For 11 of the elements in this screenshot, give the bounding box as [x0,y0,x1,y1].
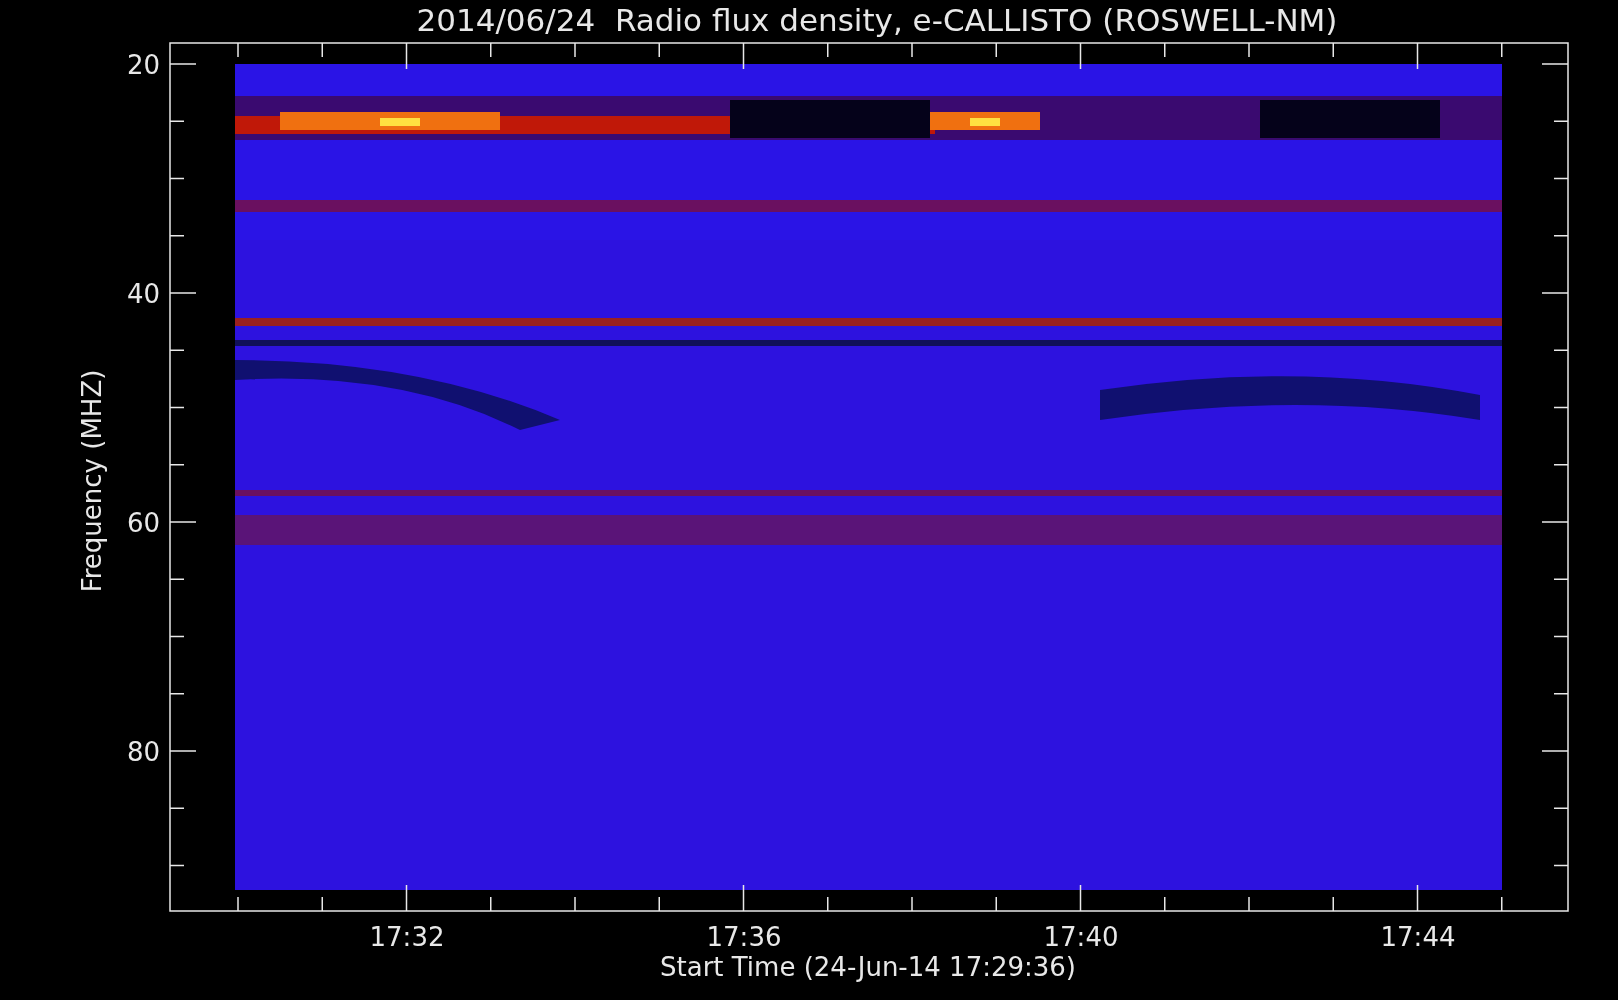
y-tick-label: 20 [126,50,160,80]
x-tick-label: 17:36 [706,922,782,952]
y-axis-label: Frequency (MHZ) [77,369,107,593]
y-tick-label: 40 [126,279,160,309]
x-tick-label: 17:32 [369,922,445,952]
x-axis-label: Start Time (24-Jun-14 17:29:36) [660,952,1076,982]
x-tick-label: 17:44 [1380,922,1456,952]
x-tick-label: 17:40 [1043,922,1119,952]
chart-title: 2014/06/24 Radio flux density, e-CALLISTO (ROSWELL-NM) [416,2,1338,38]
y-tick-label: 80 [126,737,160,767]
y-tick-label: 60 [126,508,160,538]
